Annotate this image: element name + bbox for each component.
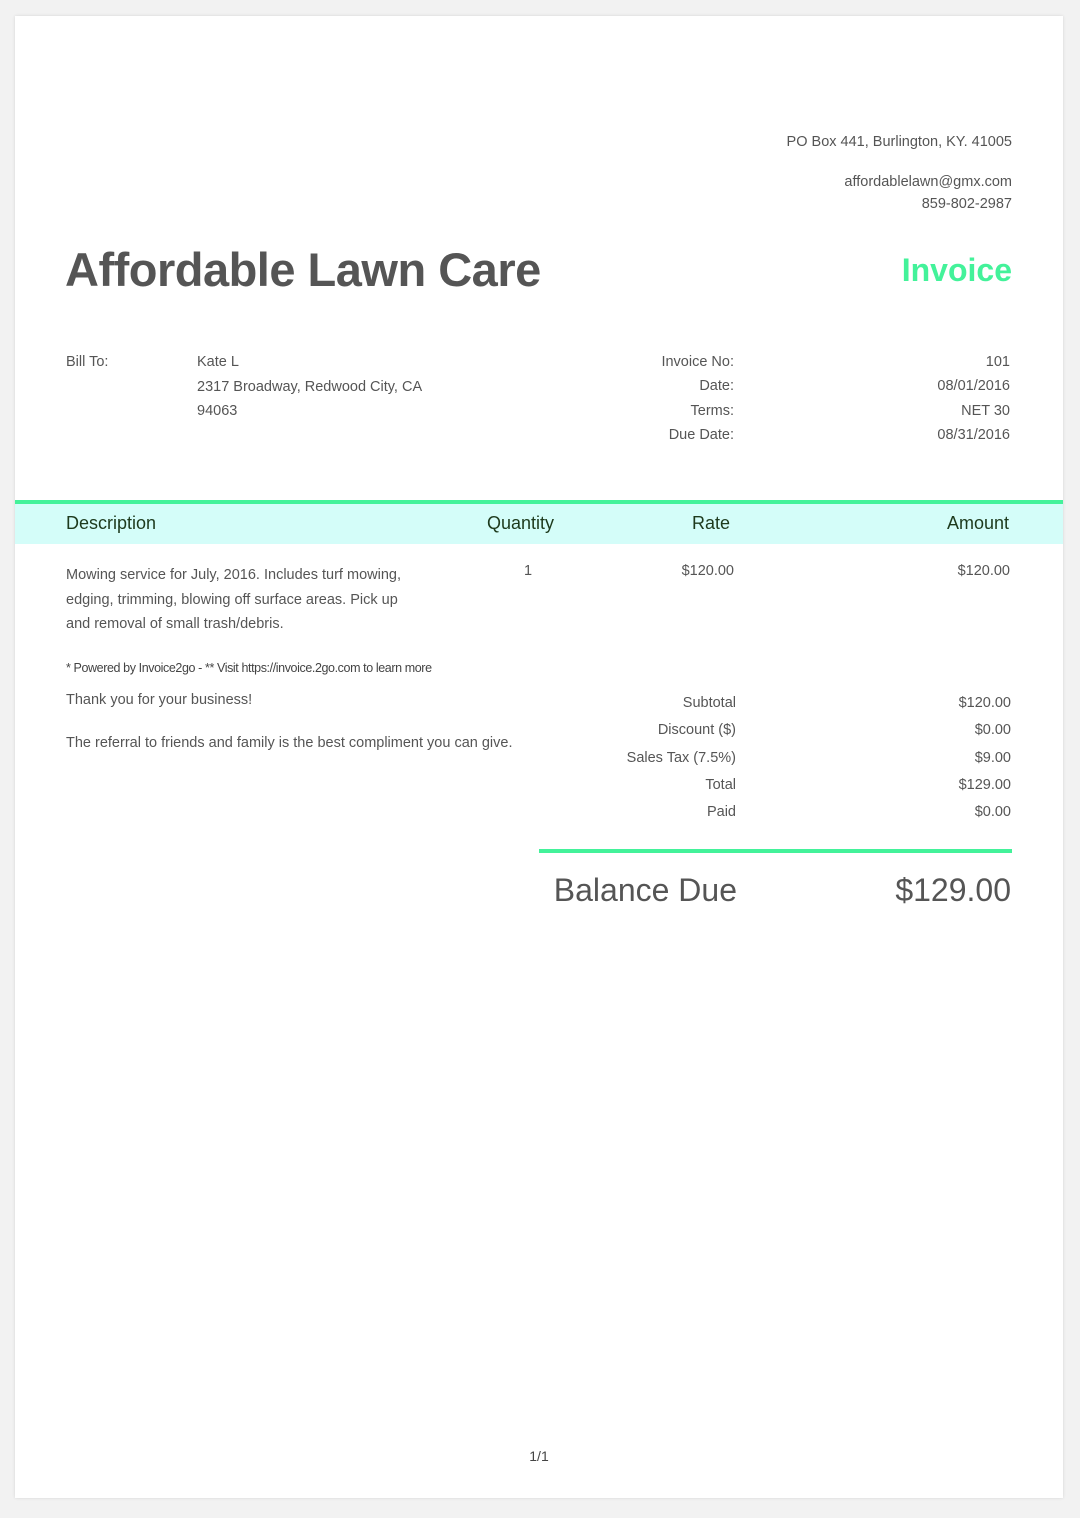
date-label: Date: (699, 378, 734, 395)
line-item-rate: $120.00 (681, 563, 734, 579)
thank-you-note: Thank you for your business! (66, 692, 253, 708)
terms-label: Terms: (690, 402, 735, 419)
terms-value: NET 30 (961, 402, 1010, 419)
line-item-quantity: 1 (524, 563, 533, 579)
invoice-meta-labels: Invoice No: Date: Terms: Due Date: (661, 354, 734, 451)
date-value: 08/01/2016 (937, 378, 1010, 395)
paid-label: Paid (706, 804, 736, 821)
referral-note: The referral to friends and family is th… (66, 735, 513, 751)
totals-labels: Subtotal Discount ($) Sales Tax (7.5%) T… (627, 695, 736, 831)
line-item-description: Mowing service for July, 2016. Includes … (66, 567, 401, 632)
subtotal-value: $120.00 (958, 695, 1011, 711)
due-date-value: 08/31/2016 (937, 426, 1010, 443)
business-phone: 859-802-2987 (921, 196, 1012, 212)
due-date-label: Due Date: (668, 426, 734, 443)
business-address: PO Box 441, Burlington, KY. 41005 (786, 134, 1012, 150)
total-label: Total (705, 776, 736, 793)
balance-due-value: $129.00 (895, 872, 1011, 908)
sales-tax-value: $9.00 (974, 749, 1011, 766)
bill-to-address-line2: 94063 (197, 403, 238, 419)
bill-to-name: Kate L (197, 354, 239, 370)
powered-by-note: * Powered by Invoice2go - ** Visit https… (66, 661, 432, 675)
balance-due-label: Balance Due (553, 872, 737, 908)
total-value: $129.00 (958, 776, 1011, 793)
invoice-number-value: 101 (985, 354, 1010, 370)
paid-value: $0.00 (974, 804, 1011, 821)
invoice-meta-values: 101 08/01/2016 NET 30 08/31/2016 (937, 354, 1010, 451)
document-title: Invoice (901, 252, 1012, 288)
discount-value: $0.00 (974, 722, 1011, 739)
bill-to-label: Bill To: (66, 354, 109, 370)
discount-label: Discount ($) (657, 722, 736, 739)
sales-tax-label: Sales Tax (7.5%) (626, 749, 736, 766)
column-header-quantity: Quantity (487, 513, 555, 533)
bill-to-block: Kate L 2317 Broadway, Redwood City, CA 9… (197, 354, 422, 428)
balance-rule (539, 849, 1012, 853)
totals-values: $120.00 $0.00 $9.00 $129.00 $0.00 (959, 695, 1011, 831)
business-email: affordablelawn@gmx.com (844, 174, 1012, 190)
column-header-amount: Amount (946, 513, 1009, 533)
invoice-page: PO Box 441, Burlington, KY. 41005 afford… (15, 16, 1063, 1498)
page-number: 1/1 (529, 1448, 549, 1464)
column-header-rate: Rate (691, 513, 730, 533)
subtotal-label: Subtotal (682, 695, 736, 711)
line-item-amount: $120.00 (957, 563, 1010, 579)
column-header-description: Description (66, 513, 157, 533)
invoice-number-label: Invoice No: (661, 354, 734, 370)
bill-to-address-line1: 2317 Broadway, Redwood City, CA (197, 378, 423, 395)
company-name: Affordable Lawn Care (65, 243, 541, 296)
